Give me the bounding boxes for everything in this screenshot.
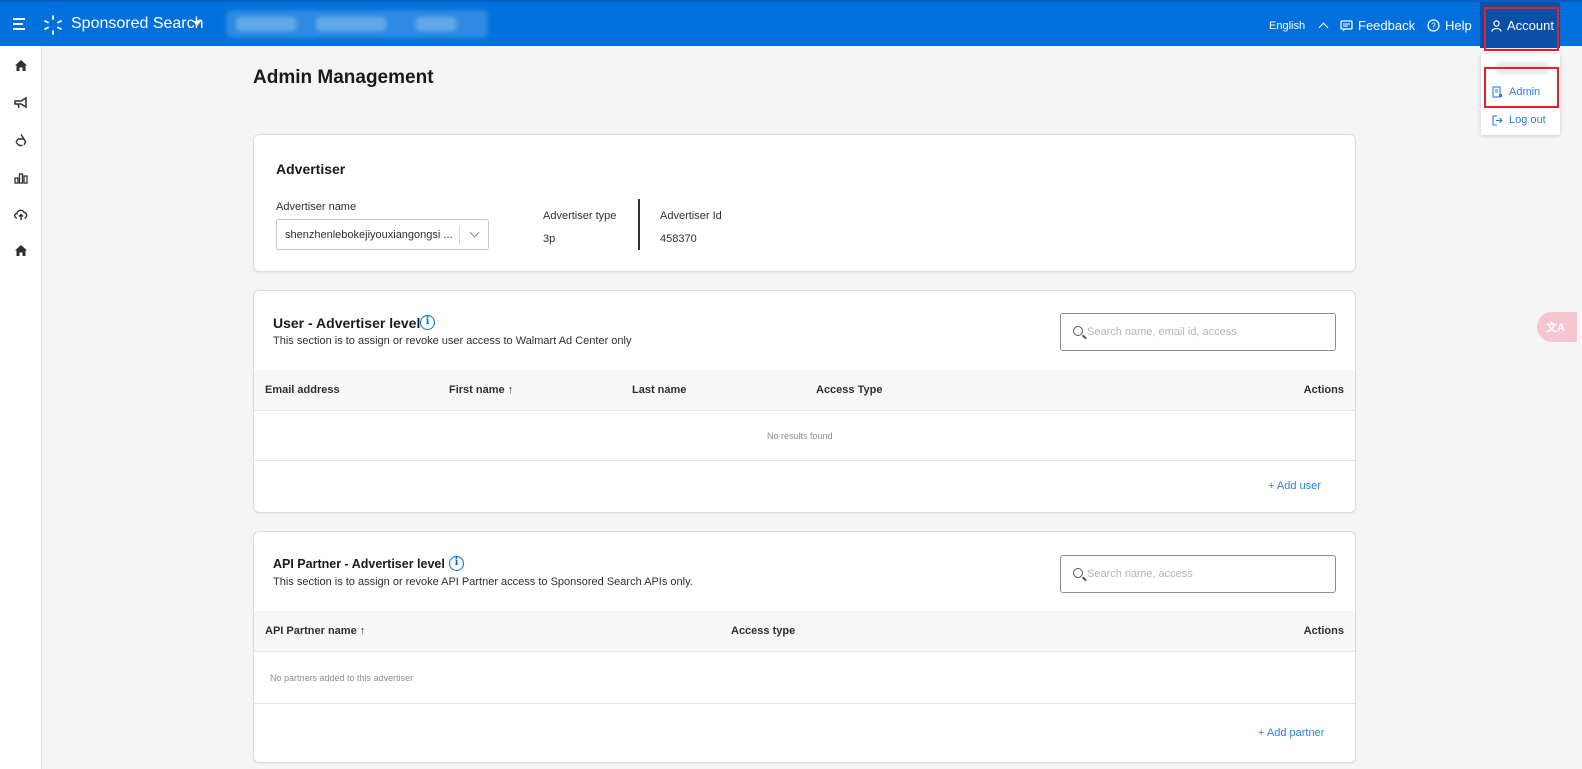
app-switcher-title[interactable]: Sponsored Search: [71, 15, 204, 33]
walmart-spark-icon: [44, 15, 62, 35]
language-selector[interactable]: English: [1269, 20, 1329, 33]
api-partner-card: API Partner - Advertiser level i This se…: [253, 531, 1356, 763]
bar-chart-icon[interactable]: [13, 169, 29, 185]
menu-item-admin[interactable]: Admin: [1492, 86, 1540, 98]
left-sidebar: [0, 46, 42, 769]
feedback-button[interactable]: Feedback: [1340, 18, 1415, 33]
column-actions: Actions: [1303, 384, 1344, 396]
search-icon: [1073, 568, 1083, 578]
add-partner-link[interactable]: + Add partner: [1258, 727, 1324, 739]
api-table-header: API Partner name ↑ Access type Actions: [254, 611, 1355, 652]
user-section-heading: User - Advertiser level: [273, 315, 421, 331]
info-icon[interactable]: i: [420, 315, 435, 330]
advertiser-id-label: Advertiser Id: [660, 210, 722, 222]
translate-floating-button[interactable]: 文A: [1537, 312, 1577, 342]
account-button[interactable]: Account: [1491, 18, 1554, 33]
column-last-name[interactable]: Last name: [632, 384, 686, 396]
logout-icon: [1492, 114, 1503, 126]
translate-icon: 文A: [1546, 322, 1565, 334]
advertiser-heading: Advertiser: [276, 161, 346, 177]
user-section-description: This section is to assign or revoke user…: [273, 335, 632, 347]
menu-item-logout-label: Log out: [1509, 114, 1546, 126]
select-divider: [459, 226, 460, 244]
home-icon[interactable]: [13, 243, 29, 259]
user-search-input[interactable]: [1087, 314, 1327, 350]
recycle-icon[interactable]: [13, 132, 29, 148]
chevron-down-icon: [469, 227, 480, 238]
column-email-address[interactable]: Email address: [265, 384, 340, 396]
user-search-box: [1060, 313, 1336, 351]
api-search-input[interactable]: [1087, 556, 1327, 592]
help-button[interactable]: ? Help: [1427, 18, 1472, 33]
info-icon[interactable]: i: [449, 556, 464, 571]
cloud-upload-icon[interactable]: [13, 206, 29, 222]
api-empty-text: No partners added to this advertiser: [270, 673, 414, 683]
help-icon: ?: [1427, 19, 1440, 32]
account-dropdown-menu: Admin Log out: [1481, 54, 1560, 135]
column-access-type[interactable]: Access Type: [816, 384, 882, 396]
feedback-label: Feedback: [1358, 18, 1416, 33]
column-access-type[interactable]: Access type: [731, 625, 795, 637]
redacted-advertiser-info: [226, 10, 488, 38]
advertiser-name-select[interactable]: shenzhenlebokejiyouxiangongsi ...: [276, 219, 489, 250]
api-section-heading: API Partner - Advertiser level: [273, 557, 445, 571]
chevron-up-icon: [1318, 22, 1329, 33]
advertiser-card: Advertiser Advertiser name shenzhenlebok…: [253, 134, 1356, 272]
user-empty-text: No results found: [767, 431, 833, 441]
home-icon[interactable]: [13, 58, 29, 74]
page-title: Admin Management: [253, 67, 434, 88]
menu-item-logout[interactable]: Log out: [1492, 114, 1546, 126]
admin-doc-icon: [1492, 86, 1502, 98]
advertiser-type-label: Advertiser type: [543, 210, 617, 222]
user-table-header: Email address First name ↑ Last name Acc…: [254, 370, 1355, 411]
menu-item-admin-label: Admin: [1509, 86, 1541, 98]
user-advertiser-card: User - Advertiser level i This section i…: [253, 290, 1356, 513]
advertiser-id-value: 458370: [660, 233, 697, 245]
language-label: English: [1269, 20, 1306, 32]
advertiser-name-label: Advertiser name: [276, 201, 357, 213]
api-section-description: This section is to assign or revoke API …: [273, 576, 693, 588]
redacted-user-name: [1496, 62, 1548, 74]
megaphone-icon[interactable]: [13, 95, 29, 111]
help-label: Help: [1445, 18, 1472, 33]
vertical-divider: [638, 199, 640, 250]
user-icon: [1491, 19, 1502, 32]
app-switcher-caret-icon[interactable]: [193, 21, 201, 26]
api-table-empty-row: No partners added to this advertiser: [254, 652, 1355, 704]
search-icon: [1073, 326, 1083, 336]
svg-text:?: ?: [1431, 22, 1436, 31]
column-api-partner-name[interactable]: API Partner name ↑: [265, 625, 365, 637]
top-bar: Sponsored Search English Feedback ? Help…: [0, 0, 1582, 48]
column-actions: Actions: [1303, 625, 1344, 637]
api-search-box: [1060, 555, 1336, 593]
feedback-icon: [1340, 19, 1353, 31]
add-user-link[interactable]: + Add user: [1268, 480, 1321, 492]
account-label: Account: [1507, 18, 1554, 33]
hamburger-menu-icon[interactable]: [13, 18, 27, 30]
advertiser-type-value: 3p: [543, 233, 556, 245]
user-table-empty-row: No results found: [254, 411, 1355, 461]
column-first-name[interactable]: First name ↑: [449, 384, 513, 396]
advertiser-name-value: shenzhenlebokejiyouxiangongsi ...: [285, 229, 453, 241]
